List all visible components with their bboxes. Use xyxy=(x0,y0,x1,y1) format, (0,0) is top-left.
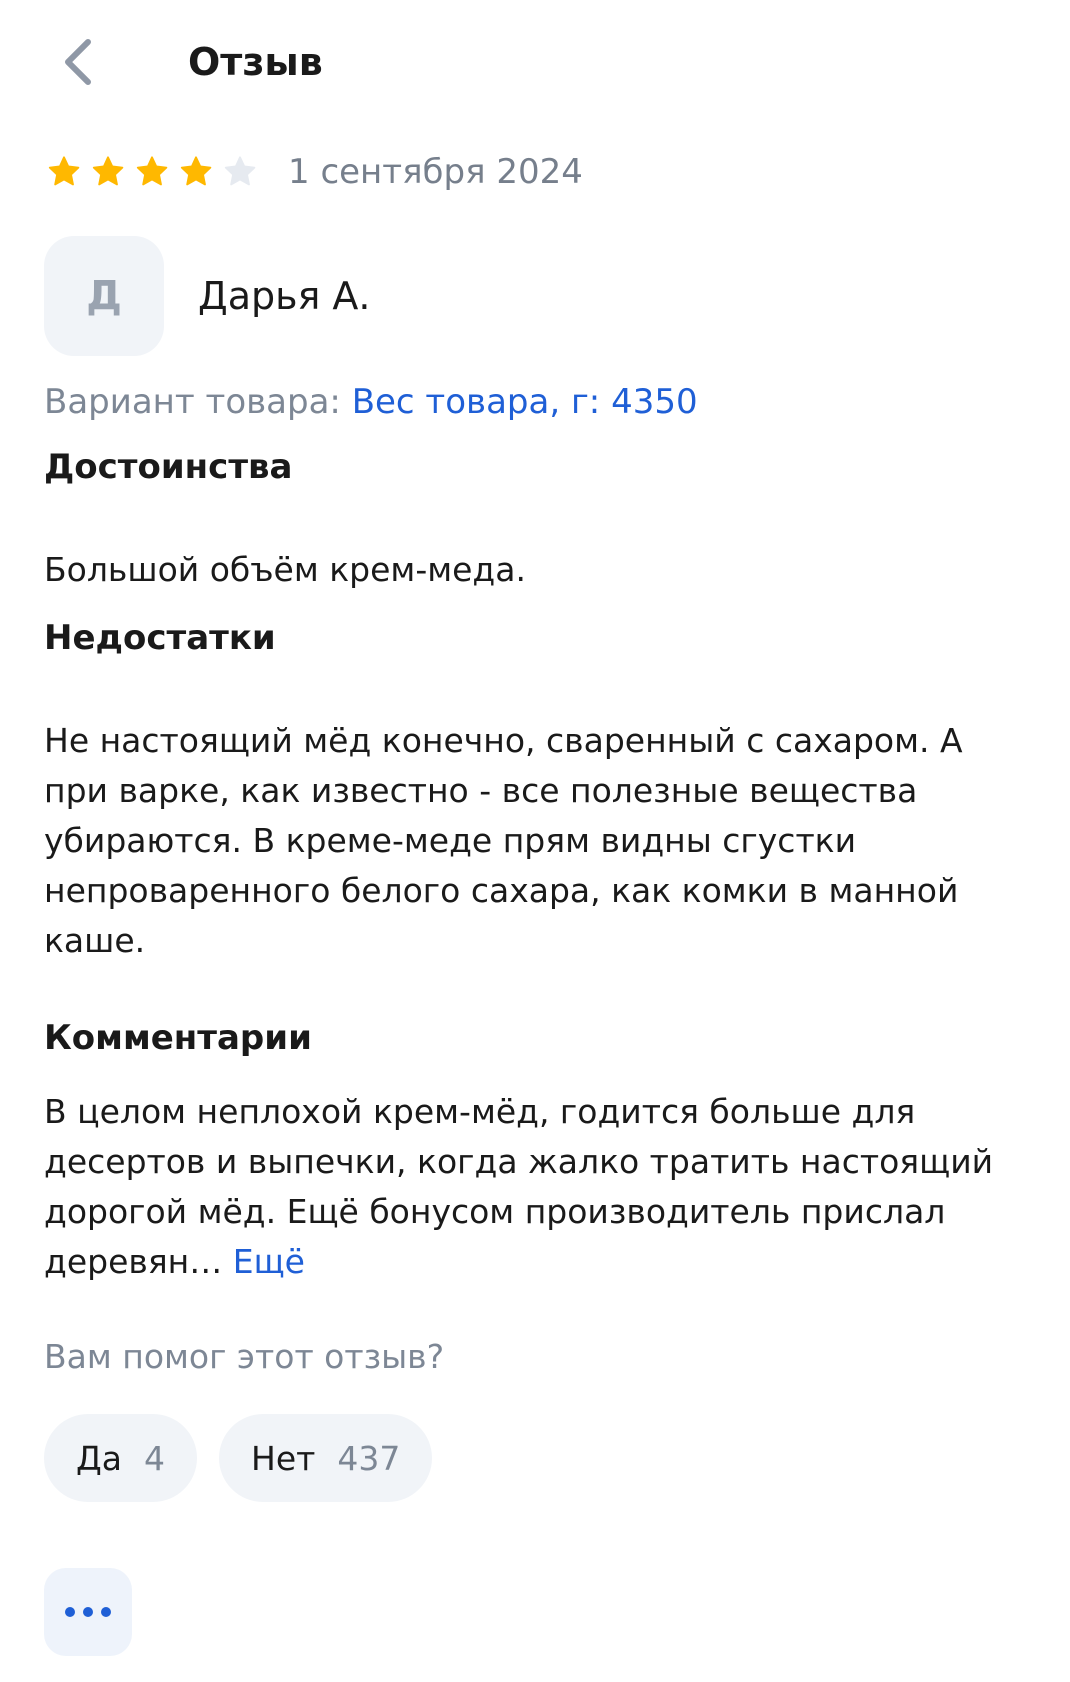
product-variant: Вариант товара: Вес товара, г: 4350 xyxy=(44,378,698,426)
cons-title: Недостатки xyxy=(44,618,276,658)
star-empty-icon xyxy=(224,156,256,186)
vote-yes-label: Да xyxy=(76,1438,123,1478)
header: Отзыв xyxy=(0,0,1070,120)
variant-label: Вариант товара: xyxy=(44,382,352,422)
review-date: 1 сентября 2024 xyxy=(288,152,583,192)
back-button[interactable] xyxy=(52,36,104,88)
comments-text-block: В целом неплохой крем-мёд, годится больш… xyxy=(44,1087,1004,1287)
chevron-left-icon xyxy=(65,39,91,85)
pros-title: Достоинства xyxy=(44,447,293,487)
star-rating xyxy=(46,154,266,190)
comments-text: В целом неплохой крем-мёд, годится больш… xyxy=(44,1092,994,1281)
page-title: Отзыв xyxy=(188,40,323,84)
author-row: Д Дарья А. xyxy=(44,236,371,356)
vote-no-count: 437 xyxy=(337,1438,401,1478)
read-more-link[interactable]: Ещё xyxy=(233,1242,305,1281)
vote-no-label: Нет xyxy=(251,1438,316,1478)
cons-text: Не настоящий мёд конечно, сваренный с са… xyxy=(44,721,963,960)
rating-row: 1 сентября 2024 xyxy=(46,148,583,196)
avatar: Д xyxy=(44,236,164,356)
star-filled-icon xyxy=(180,156,212,186)
vote-row: Да 4 Нет 437 xyxy=(44,1414,454,1502)
comments-title: Комментарии xyxy=(44,1018,312,1058)
more-actions-button[interactable] xyxy=(44,1568,132,1656)
star-filled-icon xyxy=(48,156,80,186)
vote-no-button[interactable]: Нет 437 xyxy=(219,1414,433,1502)
vote-yes-button[interactable]: Да 4 xyxy=(44,1414,198,1502)
star-filled-icon xyxy=(136,156,168,186)
more-dots-icon xyxy=(61,1607,115,1617)
star-filled-icon xyxy=(92,156,124,186)
pros-text: Большой объём крем-меда. xyxy=(44,550,526,589)
variant-value-link[interactable]: Вес товара, г: 4350 xyxy=(352,382,698,422)
vote-yes-count: 4 xyxy=(144,1438,166,1478)
helpful-question: Вам помог этот отзыв? xyxy=(44,1337,445,1376)
author-name: Дарья А. xyxy=(198,274,371,318)
